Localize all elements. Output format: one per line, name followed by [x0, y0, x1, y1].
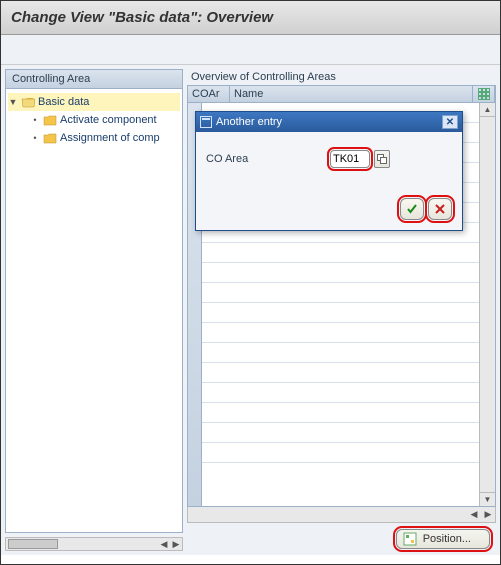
- tree-node-label: Activate component: [60, 114, 157, 126]
- scroll-down-icon[interactable]: ▼: [480, 492, 495, 506]
- scroll-up-icon[interactable]: ▲: [480, 103, 495, 117]
- close-icon: ✕: [446, 117, 454, 128]
- co-area-label: CO Area: [206, 153, 326, 165]
- tree-bullet-icon: •: [30, 133, 40, 143]
- scrollbar-thumb[interactable]: [8, 539, 58, 549]
- cancel-button[interactable]: [428, 198, 452, 220]
- scroll-right-icon[interactable]: ▶: [481, 509, 495, 520]
- h-scrollbar[interactable]: ◀ ▶: [187, 507, 496, 523]
- position-button[interactable]: Position...: [396, 529, 490, 549]
- co-area-field-row: CO Area: [206, 150, 452, 168]
- folder-icon: [43, 114, 57, 126]
- dialog-actions: [206, 198, 452, 220]
- tree-toggle-icon[interactable]: ▼: [8, 97, 18, 107]
- scroll-left-icon[interactable]: ◀: [467, 509, 481, 520]
- ok-icon: [405, 202, 419, 216]
- table-settings-icon: [478, 88, 490, 100]
- value-help-icon: [377, 154, 387, 164]
- co-area-input[interactable]: [330, 150, 370, 168]
- tree: ▼ Basic data • Activate component • Assi…: [5, 89, 183, 533]
- value-help-button[interactable]: [374, 150, 390, 168]
- folder-open-icon: [21, 96, 35, 108]
- col-header-coar[interactable]: COAr: [188, 86, 230, 102]
- ok-button[interactable]: [400, 198, 424, 220]
- table-header: COAr Name: [187, 85, 496, 103]
- dialog-titlebar[interactable]: Another entry ✕: [196, 112, 462, 132]
- right-panel: Overview of Controlling Areas COAr Name: [187, 69, 496, 551]
- left-panel: Controlling Area ▼ Basic data • Activate…: [5, 69, 183, 551]
- table-settings-button[interactable]: [473, 86, 495, 102]
- dialog-body: CO Area: [196, 132, 462, 230]
- folder-icon: [43, 132, 57, 144]
- tree-node-activate-components[interactable]: • Activate component: [30, 111, 180, 129]
- tree-bullet-icon: •: [30, 115, 40, 125]
- window-icon: [200, 116, 212, 128]
- overview-label: Overview of Controlling Areas: [187, 69, 496, 85]
- tree-node-label: Basic data: [38, 96, 89, 108]
- main-area: Controlling Area ▼ Basic data • Activate…: [1, 65, 500, 555]
- left-panel-header: Controlling Area: [5, 69, 183, 89]
- dialog-close-button[interactable]: ✕: [442, 115, 458, 129]
- scroll-left-icon[interactable]: ◀: [158, 539, 170, 550]
- toolbar-area: [1, 35, 500, 65]
- scroll-right-icon[interactable]: ▶: [170, 539, 182, 550]
- left-h-scrollbar[interactable]: ◀ ▶: [5, 537, 183, 551]
- cancel-icon: [434, 203, 446, 215]
- page-title: Change View "Basic data": Overview: [1, 1, 500, 35]
- tree-node-label: Assignment of comp: [60, 132, 160, 144]
- dialog-title: Another entry: [216, 116, 282, 128]
- tree-node-assignment-of-company[interactable]: • Assignment of comp: [30, 129, 180, 147]
- position-icon: [403, 532, 417, 546]
- position-row: Position...: [187, 523, 496, 551]
- tree-node-basic-data[interactable]: ▼ Basic data: [8, 93, 180, 111]
- v-scrollbar[interactable]: ▲ ▼: [479, 103, 495, 506]
- position-button-label: Position...: [423, 533, 471, 545]
- another-entry-dialog: Another entry ✕ CO Area: [195, 111, 463, 231]
- col-header-name[interactable]: Name: [230, 86, 473, 102]
